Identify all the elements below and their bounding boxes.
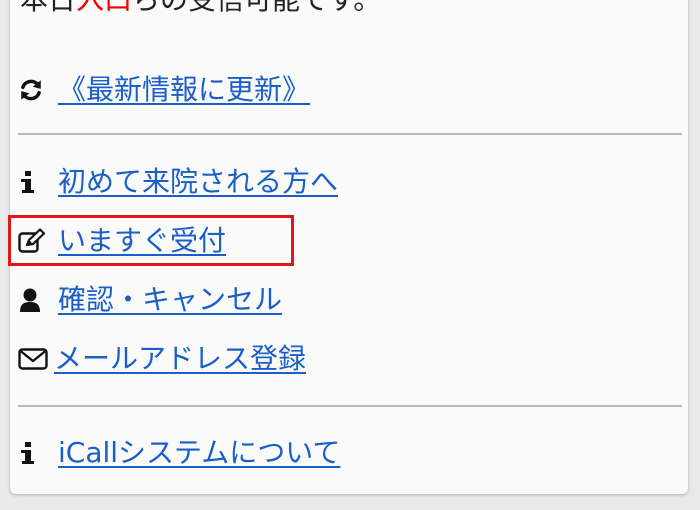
- divider: [18, 405, 682, 407]
- edit-icon: [18, 224, 52, 258]
- mail-register-link[interactable]: メールアドレス登録: [54, 345, 306, 373]
- partial-notice-text: 本日入口らの受信可能です。: [20, 0, 381, 14]
- reception-now-link[interactable]: いますぐ受付: [58, 227, 226, 255]
- info-icon: [18, 436, 52, 470]
- reception-now-row[interactable]: いますぐ受付: [18, 219, 226, 263]
- mail-icon: [18, 342, 52, 376]
- first-visit-link[interactable]: 初めて来院される方へ: [58, 168, 338, 196]
- refresh-link[interactable]: 《最新情報に更新》: [58, 76, 310, 104]
- divider: [18, 133, 682, 135]
- confirm-cancel-row[interactable]: 確認・キャンセル: [18, 278, 282, 322]
- notice-text-before: 本日: [20, 0, 76, 16]
- icall-about-link[interactable]: iCallシステムについて: [58, 439, 340, 467]
- confirm-cancel-link[interactable]: 確認・キャンセル: [58, 286, 282, 314]
- refresh-icon: [18, 73, 52, 107]
- notice-text-after: らの受信可能です。: [132, 0, 381, 16]
- notice-text-highlight: 入口: [76, 0, 132, 16]
- mail-register-row[interactable]: メールアドレス登録: [18, 337, 306, 381]
- user-icon: [18, 283, 52, 317]
- refresh-row[interactable]: 《最新情報に更新》: [18, 68, 310, 112]
- info-icon: [18, 165, 52, 199]
- first-visit-row[interactable]: 初めて来院される方へ: [18, 160, 338, 204]
- icall-about-row[interactable]: iCallシステムについて: [18, 431, 340, 475]
